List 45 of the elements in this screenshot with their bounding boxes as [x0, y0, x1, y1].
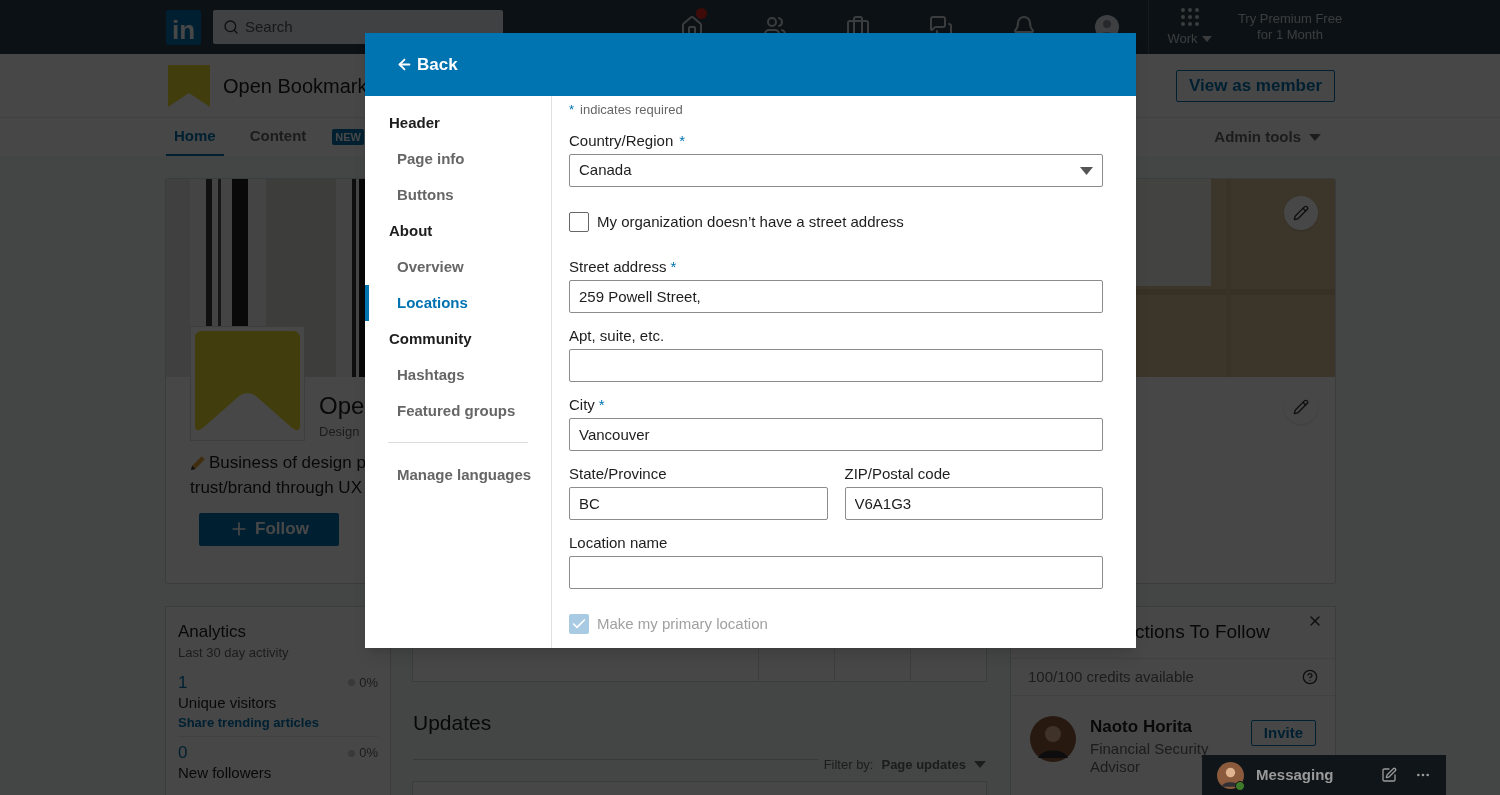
- page-name: Open Bookmark: [223, 73, 368, 99]
- field-label: Location name: [569, 533, 669, 553]
- caret-icon: [1080, 166, 1093, 175]
- field-label: City *: [569, 395, 606, 415]
- avatar: [1217, 761, 1244, 789]
- field-label: Street address *: [569, 257, 678, 277]
- section-title: Updates: [413, 710, 493, 736]
- nav-link[interactable]: Page info: [365, 141, 551, 177]
- card-title: Analytics: [178, 621, 248, 643]
- required-note: * indicates required: [569, 101, 684, 119]
- stat-value: 1: [178, 672, 188, 693]
- description-line: trust/brand through UX: [190, 476, 362, 499]
- nav-link[interactable]: Community: [365, 321, 551, 357]
- nav-link[interactable]: Buttons: [365, 177, 551, 213]
- stat-label: New followers: [178, 763, 273, 783]
- input-field[interactable]: Vancouver: [569, 418, 1103, 451]
- checkbox[interactable]: [569, 212, 589, 232]
- input-field[interactable]: BC: [569, 487, 828, 520]
- messaging-label: Messaging: [1256, 764, 1334, 785]
- description-line: Business of design p: [209, 451, 366, 474]
- input-field[interactable]: [569, 349, 1103, 382]
- stat-label: Unique visitors: [178, 692, 278, 713]
- nav-link[interactable]: Locations: [365, 285, 551, 321]
- input-field[interactable]: V6A1G3: [844, 487, 1103, 520]
- input-field[interactable]: 259 Powell Street,: [569, 280, 1103, 313]
- country-select[interactable]: Canada: [569, 154, 1103, 187]
- messaging-bar[interactable]: Messaging: [1202, 755, 1446, 795]
- stat-value: 0: [178, 743, 188, 763]
- company-name: Ope: [319, 391, 365, 421]
- nav-link[interactable]: Manage languages: [365, 457, 551, 493]
- person-name: Naoto Horita: [1090, 716, 1193, 738]
- nav-link[interactable]: Hashtags: [365, 357, 551, 393]
- nav-link[interactable]: Featured groups: [365, 393, 551, 429]
- compose-icon[interactable]: [1381, 767, 1397, 783]
- nav-link[interactable]: About: [365, 213, 551, 249]
- field-label: Apt, suite, etc.: [569, 326, 666, 346]
- checkbox-option[interactable]: My organization doesn’t have a street address: [569, 212, 1103, 232]
- field-label: ZIP/Postal code: [844, 464, 952, 484]
- field-label: State/Province: [569, 464, 668, 484]
- back-button[interactable]: Back: [396, 51, 458, 78]
- card-title: ctions To Follow: [1135, 620, 1270, 645]
- input-field[interactable]: [569, 556, 1103, 589]
- nav-link[interactable]: Overview: [365, 249, 551, 285]
- field-label: Country/Region *: [569, 131, 687, 151]
- nav-link[interactable]: Header: [365, 105, 551, 141]
